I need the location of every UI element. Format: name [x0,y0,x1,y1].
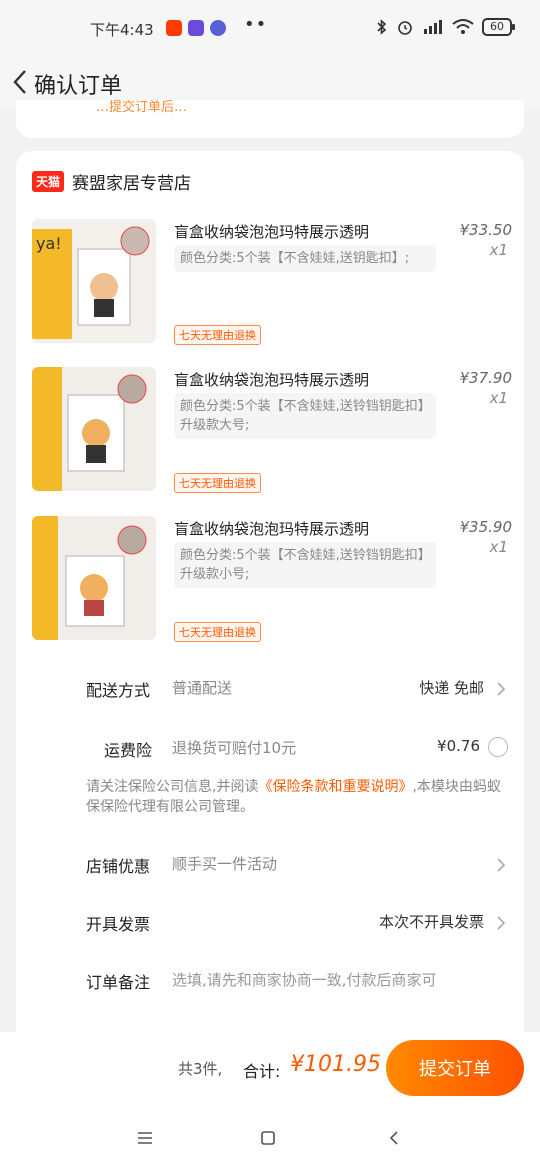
delivery-method: 快递 免邮 [419,679,484,697]
insurance-note-prefix: 请关注保险公司信息,并阅读 [86,779,259,795]
checkout-bar: 共3件, 合计: ¥101.95 提交订单 [0,1032,540,1104]
return-policy-tag: 七天无理由退换 [174,325,261,345]
chevron-right-icon [497,916,506,930]
delivery-label: 配送方式 [86,681,151,700]
invoice-row[interactable]: 开具发票 本次不开具发票 [16,903,524,943]
status-app-icons [166,20,226,36]
shop-discount-label: 店铺优惠 [86,857,151,876]
product-thumbnail[interactable] [32,367,156,491]
product-price: ¥37.90 [459,369,513,387]
total-amount: ¥101.95 [290,1052,381,1077]
address-card[interactable]: …提交订单后… [16,100,524,138]
page-title: 确认订单 [34,74,123,99]
product-spec-text: 颜色分类:5个装【不含娃娃,送铃铛钥匙扣】升级款大号; [180,399,425,433]
wifi-icon [452,19,474,34]
product-spec[interactable]: 颜色分类:5个装【不含娃娃,送铃铛钥匙扣】升级款大号; [174,393,436,439]
shop-header[interactable]: 天猫 赛盟家居专营店 [32,169,191,194]
app-notification-icon [188,20,204,36]
delivery-row[interactable]: 配送方式 普通配送 快递 免邮 [16,669,524,709]
product-quantity: x1 [489,538,508,556]
invoice-value: 本次不开具发票 [378,913,484,931]
product-item[interactable]: 盲盒收纳袋泡泡玛特展示透明 颜色分类:5个装【不含娃娃,送铃铛钥匙扣】升级款大号… [32,367,512,493]
insurance-value: 退换货可赔付10元 [172,739,297,757]
insurance-note: 请关注保险公司信息,并阅读《保险条款和重要说明》,本模块由蚂蚁保保险代理有限公司… [86,777,506,817]
signal-icon [424,20,442,34]
product-title: 盲盒收纳袋泡泡玛特展示透明 [174,520,370,538]
remark-label: 订单备注 [86,973,151,992]
insurance-terms-link[interactable]: 《保险条款和重要说明》 [258,779,412,795]
delivery-value: 普通配送 [172,679,233,697]
remark-input[interactable]: 选填,请先和商家协商一致,付款后商家可 [172,969,502,990]
insurance-radio[interactable] [488,737,508,757]
product-title: 盲盒收纳袋泡泡玛特展示透明 [174,371,370,389]
return-policy-tag: 七天无理由退换 [174,622,261,642]
chevron-right-icon [497,682,506,696]
item-count: 共3件, [178,1060,223,1078]
product-spec[interactable]: 颜色分类:5个装【不含娃娃,送铃铛钥匙扣】升级款小号; [174,542,436,588]
product-item[interactable]: 盲盒收纳袋泡泡玛特展示透明 颜色分类:5个装【不含娃娃,送铃铛钥匙扣】升级款小号… [32,516,512,642]
product-spec-text: 颜色分类:5个装【不含娃娃,送铃铛钥匙扣】升级款小号; [180,548,425,582]
more-notifications-icon: •• [244,14,268,35]
order-remark-row[interactable]: 订单备注 选填,请先和商家协商一致,付款后商家可 [16,961,524,1001]
battery-icon: 60 [482,18,515,36]
system-nav-bar [0,1104,540,1170]
product-thumbnail[interactable]: ya! [32,219,156,343]
svg-text:ya!: ya! [36,234,62,253]
status-bar: 下午4:43 •• 60 [0,0,540,58]
invoice-label: 开具发票 [86,915,151,934]
product-spec[interactable]: 颜色分类:5个装【不含娃娃,送钥匙扣】; [174,245,436,272]
product-price: ¥33.50 [459,221,513,239]
menu-icon [138,1132,152,1144]
home-nav-button[interactable] [256,1126,280,1150]
product-thumbnail[interactable] [32,516,156,640]
insurance-label: 运费险 [104,741,153,760]
status-time: 下午4:43 [90,21,154,39]
product-price: ¥35.90 [459,518,513,536]
shop-discount-row[interactable]: 店铺优惠 顺手买一件活动 [16,845,524,885]
total-label: 合计: [243,1062,281,1081]
product-quantity: x1 [489,241,508,259]
back-triangle-icon [389,1131,398,1145]
menu-nav-button[interactable] [133,1126,157,1150]
product-title: 盲盒收纳袋泡泡玛特展示透明 [174,223,370,241]
back-button[interactable] [4,62,36,102]
app-notification-icon [210,20,226,36]
shop-name: 赛盟家居专营店 [72,174,192,194]
alarm-icon [398,21,412,35]
status-right: 60 [376,18,515,36]
order-card: 天猫 赛盟家居专营店 ya! 盲盒收纳袋泡泡玛特展示透明 颜色分类:5个装【不含… [16,151,524,1051]
back-nav-button[interactable] [382,1126,406,1150]
bluetooth-icon [377,19,387,35]
shop-discount-value: 顺手买一件活动 [172,855,278,873]
product-item[interactable]: ya! 盲盒收纳袋泡泡玛特展示透明 颜色分类:5个装【不含娃娃,送钥匙扣】; 七… [32,219,512,345]
chevron-left-icon [13,70,26,94]
shipping-insurance-row[interactable]: 运费险 退换货可赔付10元 ¥0.76 [16,729,524,769]
product-spec-text: 颜色分类:5个装【不含娃娃,送钥匙扣】; [180,251,410,266]
app-notification-icon [166,20,182,36]
home-square-icon [261,1131,275,1145]
product-quantity: x1 [489,389,508,407]
insurance-price: ¥0.76 [437,737,480,755]
submit-order-button[interactable]: 提交订单 [386,1040,524,1096]
tmall-badge: 天猫 [32,171,65,192]
return-policy-tag: 七天无理由退换 [174,473,261,493]
address-card-text: …提交订单后… [96,100,188,115]
chevron-right-icon [497,858,506,872]
